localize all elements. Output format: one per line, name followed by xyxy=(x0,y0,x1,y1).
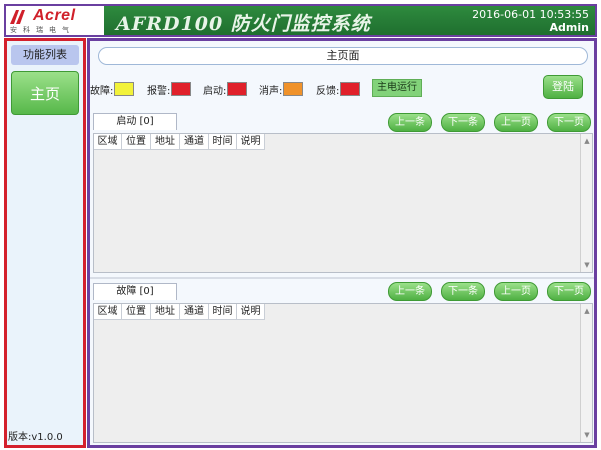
legend-fault: 故障: xyxy=(90,81,135,97)
legend-label: 报警: xyxy=(147,85,171,97)
current-user: Admin xyxy=(549,21,589,34)
legend-label: 故障: xyxy=(90,85,114,97)
legend-start: 启动: xyxy=(203,81,248,97)
power-status-badge: 主电运行 xyxy=(372,79,422,97)
sidebar-item-home[interactable]: 主页 xyxy=(11,71,79,115)
logo-subtitle: 安科瑞电气 xyxy=(10,26,75,34)
column-header: 说明 xyxy=(237,134,265,149)
title-bar: Acrel 安科瑞电气 AFRD100 防火门监控系统 2016-06-01 1… xyxy=(4,4,597,37)
table-header: 区域 位置 地址 通道 时间 说明 xyxy=(94,134,265,150)
alarm-color-swatch xyxy=(171,82,192,96)
page-title: 主页面 xyxy=(98,47,588,65)
company-logo: Acrel 安科瑞电气 xyxy=(6,6,104,35)
next-page-button[interactable]: 下一页 xyxy=(547,113,591,132)
next-item-button[interactable]: 下一条 xyxy=(441,282,485,301)
main-panel: 主页面 故障: 报警: 启动: 消声: 反馈: 主电运行 登陆 启动 [0] 上… xyxy=(87,38,597,448)
column-header: 区域 xyxy=(94,304,122,319)
login-button[interactable]: 登陆 xyxy=(543,75,583,99)
prev-page-button[interactable]: 上一页 xyxy=(494,113,538,132)
next-page-button[interactable]: 下一页 xyxy=(547,282,591,301)
column-header: 地址 xyxy=(151,304,180,319)
column-header: 位置 xyxy=(122,304,151,319)
panel-divider xyxy=(90,277,594,279)
scroll-up-arrow-icon[interactable]: ▲ xyxy=(583,137,591,145)
column-header: 通道 xyxy=(180,134,209,149)
vertical-scrollbar[interactable]: ▲ ▼ xyxy=(580,134,592,272)
legend-label: 消声: xyxy=(259,85,283,97)
fault-color-swatch xyxy=(114,82,135,96)
start-event-table: 区域 位置 地址 通道 时间 说明 ▲ ▼ xyxy=(93,133,593,273)
logo-mark-icon xyxy=(10,10,25,24)
sidebar-heading: 功能列表 xyxy=(11,45,79,65)
version-label: 版本:v1.0.0 xyxy=(8,432,63,443)
column-header: 通道 xyxy=(180,304,209,319)
legend-label: 启动: xyxy=(203,85,227,97)
sidebar: 功能列表 主页 版本:v1.0.0 xyxy=(4,38,86,448)
vertical-scrollbar[interactable]: ▲ ▼ xyxy=(580,304,592,442)
legend-label: 反馈: xyxy=(316,85,340,97)
column-header: 说明 xyxy=(237,304,265,319)
legend-silence: 消声: xyxy=(259,81,304,97)
prev-item-button[interactable]: 上一条 xyxy=(388,282,432,301)
legend-alarm: 报警: xyxy=(147,81,192,97)
column-header: 时间 xyxy=(209,304,237,319)
column-header: 位置 xyxy=(122,134,151,149)
prev-page-button[interactable]: 上一页 xyxy=(494,282,538,301)
app-title: AFRD100 防火门监控系统 xyxy=(116,13,371,35)
column-header: 地址 xyxy=(151,134,180,149)
prev-item-button[interactable]: 上一条 xyxy=(388,113,432,132)
current-datetime: 2016-06-01 10:53:55 xyxy=(472,8,589,21)
feedback-color-swatch xyxy=(340,82,361,96)
scroll-down-arrow-icon[interactable]: ▼ xyxy=(583,261,591,269)
scroll-up-arrow-icon[interactable]: ▲ xyxy=(583,307,591,315)
column-header: 时间 xyxy=(209,134,237,149)
start-color-swatch xyxy=(227,82,248,96)
app-window: Acrel 安科瑞电气 AFRD100 防火门监控系统 2016-06-01 1… xyxy=(0,0,601,450)
table-header: 区域 位置 地址 通道 时间 说明 xyxy=(94,304,265,320)
silence-color-swatch xyxy=(283,82,304,96)
legend-feedback: 反馈: xyxy=(316,81,361,97)
scroll-down-arrow-icon[interactable]: ▼ xyxy=(583,431,591,439)
fault-event-table: 区域 位置 地址 通道 时间 说明 ▲ ▼ xyxy=(93,303,593,443)
tab-fault[interactable]: 故障 [0] xyxy=(93,283,177,300)
logo-text: Acrel xyxy=(33,7,76,24)
next-item-button[interactable]: 下一条 xyxy=(441,113,485,132)
tab-start[interactable]: 启动 [0] xyxy=(93,113,177,130)
column-header: 区域 xyxy=(94,134,122,149)
